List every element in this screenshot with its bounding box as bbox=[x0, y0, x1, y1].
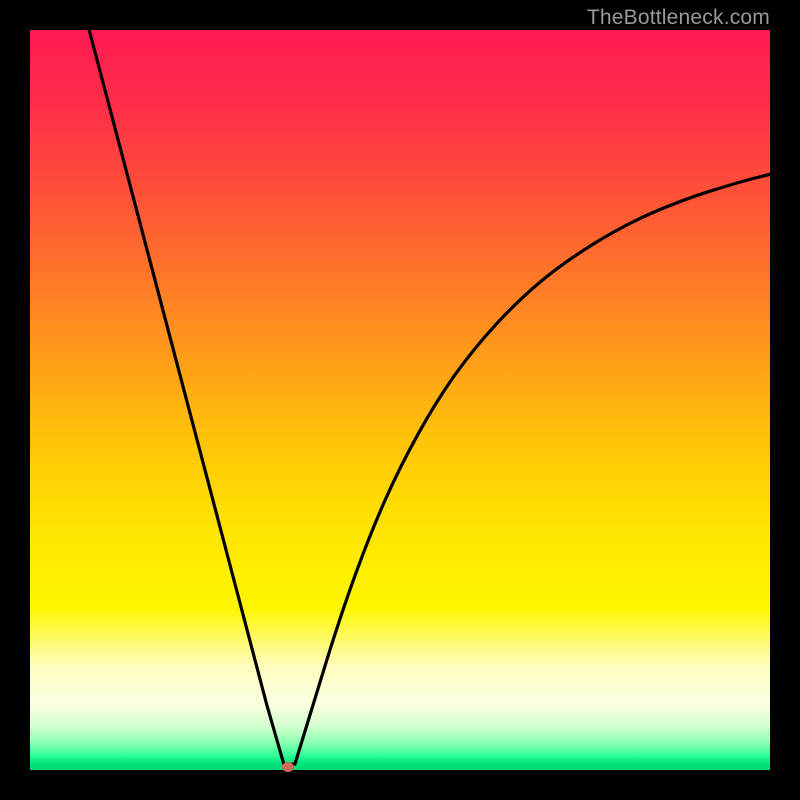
plot-area bbox=[30, 30, 770, 770]
curve-left-branch bbox=[89, 30, 284, 764]
optimum-marker bbox=[282, 762, 294, 772]
chart-frame: TheBottleneck.com bbox=[0, 0, 800, 800]
watermark-text: TheBottleneck.com bbox=[587, 6, 770, 30]
bottleneck-curve bbox=[30, 30, 770, 770]
curve-right-branch bbox=[295, 174, 770, 764]
